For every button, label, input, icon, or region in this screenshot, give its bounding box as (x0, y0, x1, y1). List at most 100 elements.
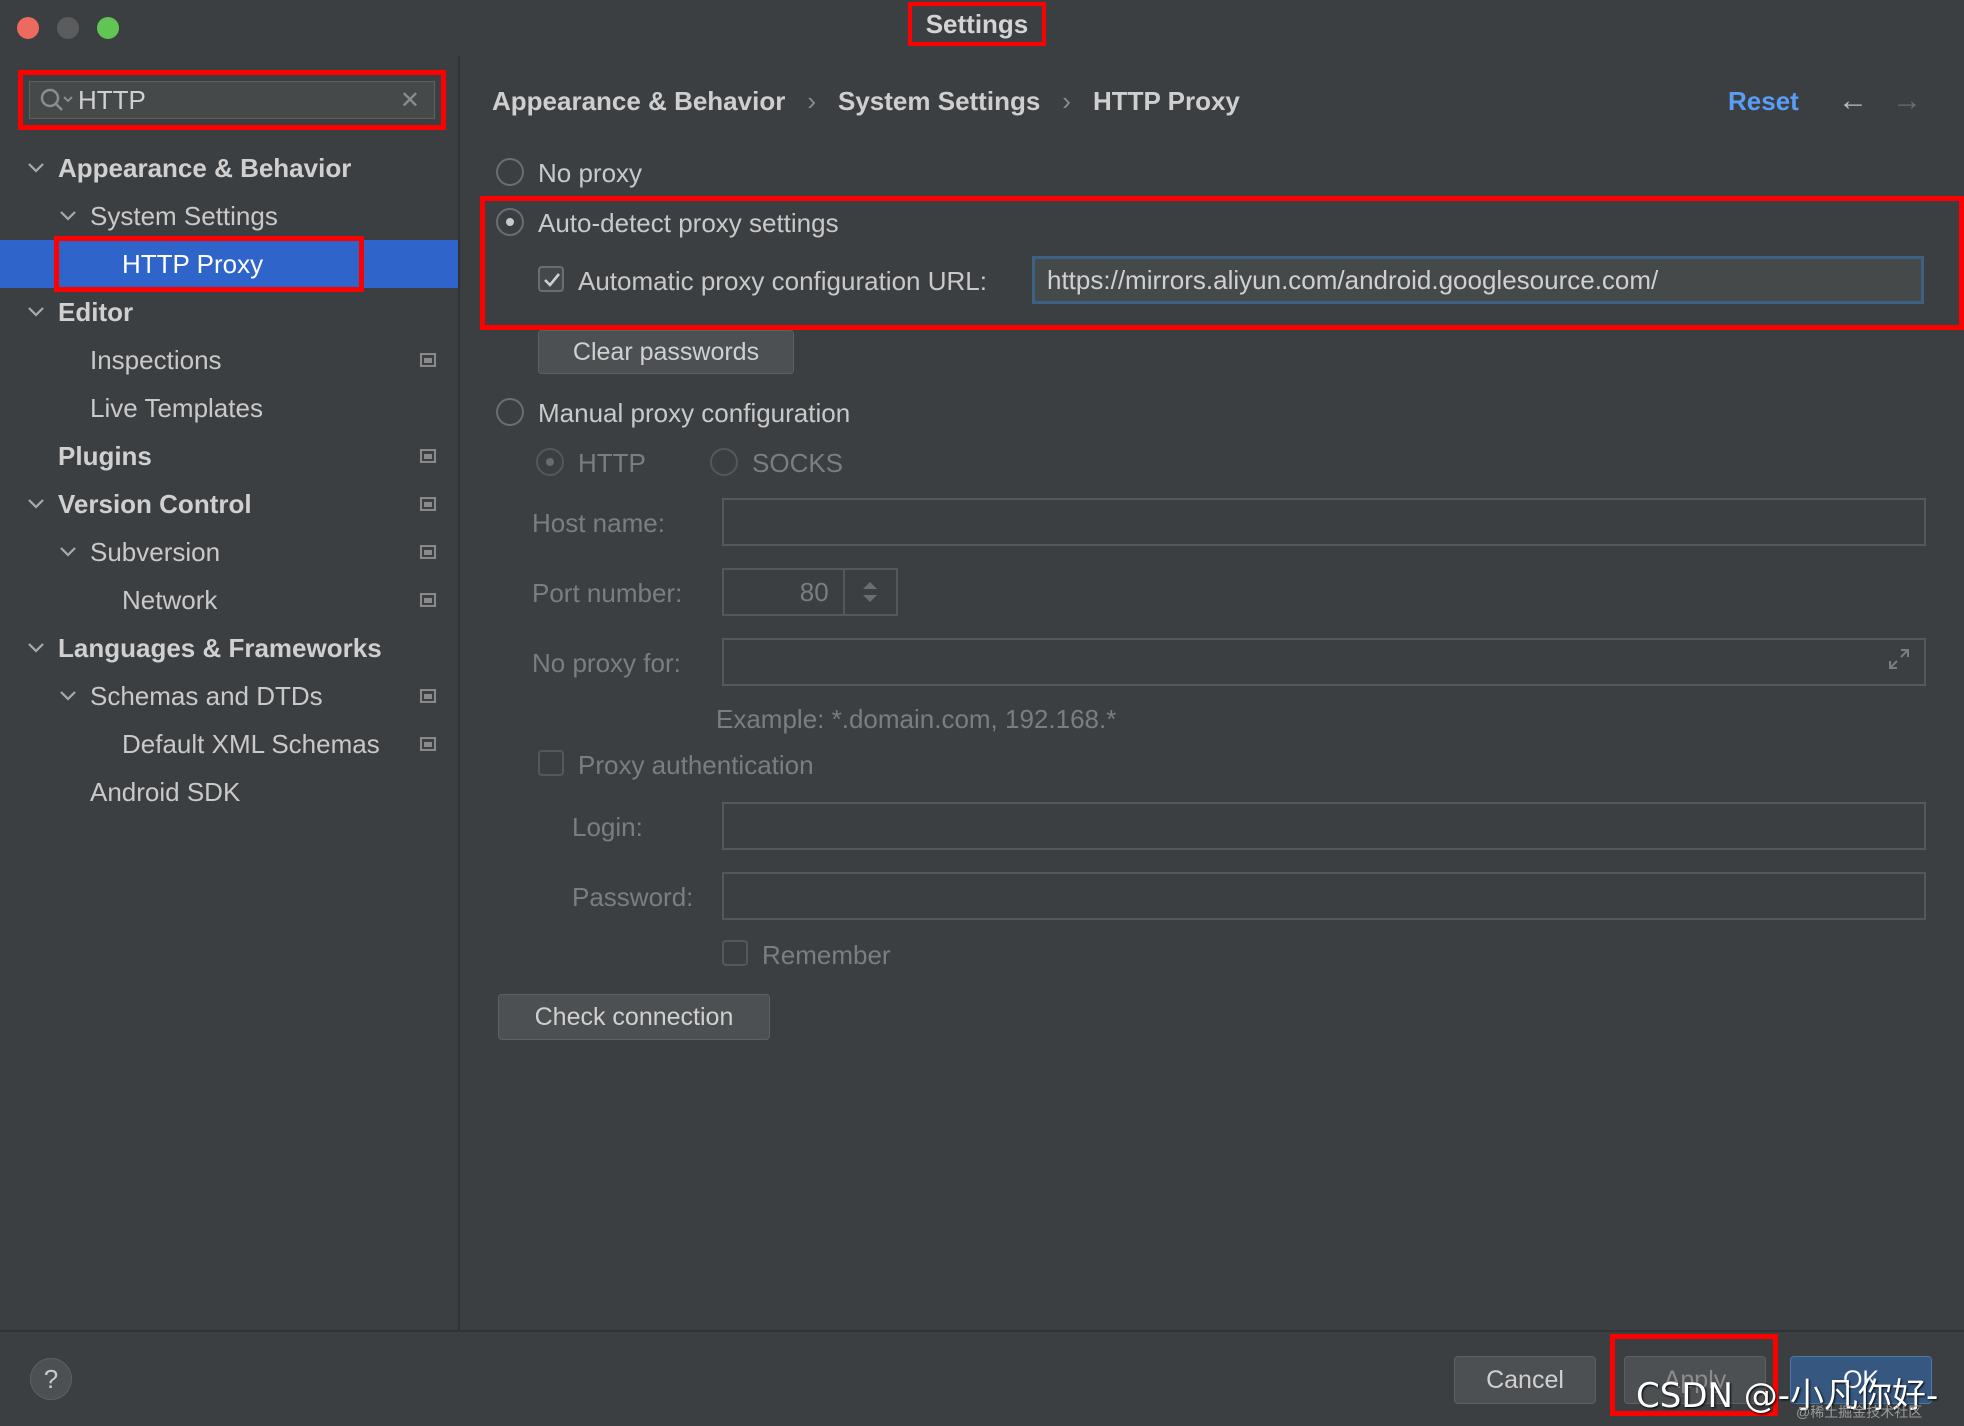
reset-link[interactable]: Reset (1728, 86, 1799, 117)
chevron-down-icon[interactable] (58, 686, 78, 706)
title-bar: Settings (0, 0, 1964, 56)
no-proxy-example: Example: *.domain.com, 192.168.* (716, 704, 1117, 734)
tree-item-http-proxy[interactable]: HTTP Proxy (0, 236, 458, 292)
tree-item-version-control[interactable]: Version Control (0, 480, 458, 528)
project-settings-icon (420, 737, 436, 751)
breadcrumb-item[interactable]: Appearance & Behavior (492, 86, 785, 117)
tree-item-android-sdk[interactable]: Android SDK (0, 768, 458, 816)
port-number-value: 80 (799, 576, 829, 607)
chevron-down-icon[interactable] (58, 542, 78, 562)
login-input[interactable] (722, 802, 1926, 850)
tree-label: Live Templates (90, 392, 263, 423)
watermark-small: @稀土掘金技术社区 (1796, 1404, 1923, 1420)
tree-label: Appearance & Behavior (58, 152, 352, 183)
tree-label: Default XML Schemas (122, 728, 380, 759)
proxy-auth-checkbox[interactable] (538, 750, 564, 776)
proxy-auth-label: Proxy authentication (578, 750, 814, 780)
chevron-down-icon[interactable] (58, 206, 78, 226)
host-name-label: Host name: (532, 508, 665, 538)
port-number-label: Port number: (532, 578, 683, 608)
expand-icon[interactable] (1886, 646, 1912, 672)
port-number-stepper[interactable]: 80 (722, 568, 898, 616)
tree-item-appearance[interactable]: Appearance & Behavior (0, 144, 458, 192)
auto-config-url-label: Automatic proxy configuration URL: (578, 266, 987, 296)
auto-detect-radio[interactable] (496, 208, 524, 236)
breadcrumb-separator: › (1062, 86, 1071, 116)
tree-label: Network (122, 584, 218, 615)
host-name-input[interactable] (722, 498, 1926, 546)
search-icon[interactable] (36, 84, 76, 116)
cancel-button[interactable]: Cancel (1454, 1356, 1596, 1404)
checkmark-icon (544, 273, 561, 287)
settings-content: Appearance & Behavior › System Settings … (460, 56, 1964, 1330)
tree-label: Schemas and DTDs (90, 680, 323, 711)
close-icon[interactable]: ✕ (400, 86, 420, 115)
project-settings-icon (420, 545, 436, 559)
search-value: HTTP (78, 84, 146, 115)
search-input[interactable]: HTTP ✕ (29, 81, 435, 119)
tree-item-default-xml-schemas[interactable]: Default XML Schemas (0, 720, 458, 768)
tree-item-languages-frameworks[interactable]: Languages & Frameworks (0, 624, 458, 672)
close-window-button[interactable] (17, 17, 39, 39)
project-settings-icon (420, 449, 436, 463)
check-connection-button[interactable]: Check connection (498, 994, 770, 1040)
socks-label: SOCKS (752, 448, 844, 478)
auto-detect-label: Auto-detect proxy settings (538, 208, 839, 238)
tree-item-inspections[interactable]: Inspections (0, 336, 458, 384)
forward-arrow-icon[interactable]: → (1892, 84, 1922, 118)
no-proxy-for-label: No proxy for: (532, 648, 681, 678)
http-radio[interactable] (536, 448, 564, 476)
window-title: Settings (908, 2, 1046, 46)
tree-label: Editor (58, 296, 134, 327)
project-settings-icon (420, 593, 436, 607)
dialog-footer: ? Cancel Apply OK CSDN @-小凡你好- @稀土掘金技术社区 (0, 1330, 1964, 1426)
chevron-down-icon[interactable] (26, 494, 46, 514)
tree-item-live-templates[interactable]: Live Templates (0, 384, 458, 432)
minimize-window-button[interactable] (57, 17, 79, 39)
no-proxy-for-input[interactable] (722, 638, 1926, 686)
tree-label: Subversion (90, 536, 221, 567)
no-proxy-radio[interactable] (496, 158, 524, 186)
tree-item-editor[interactable]: Editor (0, 288, 458, 336)
breadcrumb-separator: › (807, 86, 816, 116)
chevron-down-icon[interactable] (26, 158, 46, 178)
tree-label: Inspections (90, 344, 222, 375)
tree-item-subversion[interactable]: Subversion (0, 528, 458, 576)
tree-label: Version Control (58, 488, 252, 519)
tree-label: HTTP Proxy (122, 248, 264, 279)
clear-passwords-button[interactable]: Clear passwords (538, 330, 794, 374)
spinner-arrows-icon[interactable] (842, 570, 896, 614)
chevron-down-icon[interactable] (26, 302, 46, 322)
back-arrow-icon[interactable]: ← (1838, 84, 1868, 118)
socks-radio[interactable] (710, 448, 738, 476)
auto-config-url-checkbox[interactable] (538, 266, 564, 292)
chevron-down-icon[interactable] (26, 638, 46, 658)
zoom-window-button[interactable] (97, 17, 119, 39)
manual-proxy-radio[interactable] (496, 398, 524, 426)
help-button[interactable]: ? (30, 1358, 72, 1400)
password-input[interactable] (722, 872, 1926, 920)
tree-item-plugins[interactable]: Plugins (0, 432, 458, 480)
remember-checkbox[interactable] (722, 940, 748, 966)
breadcrumb-item-current: HTTP Proxy (1092, 86, 1240, 116)
search-highlight-box: HTTP ✕ (18, 70, 446, 130)
project-settings-icon (420, 689, 436, 703)
tree-item-schemas-dtds[interactable]: Schemas and DTDs (0, 672, 458, 720)
breadcrumb-item[interactable]: System Settings (838, 86, 1040, 117)
http-label: HTTP (578, 448, 646, 478)
project-settings-icon (420, 497, 436, 511)
project-settings-icon (420, 353, 436, 367)
tree-item-network[interactable]: Network (0, 576, 458, 624)
tree-label: System Settings (90, 200, 278, 231)
password-label: Password: (572, 882, 694, 912)
remember-label: Remember (762, 940, 891, 970)
tree-label: Android SDK (90, 776, 241, 807)
settings-sidebar: HTTP ✕ Appearance & Behavior System Sett… (0, 56, 460, 1330)
tree-item-system-settings[interactable]: System Settings (0, 192, 458, 240)
tree-label: Languages & Frameworks (58, 632, 382, 663)
tree-label: Plugins (58, 440, 152, 471)
auto-config-url-input[interactable]: https://mirrors.aliyun.com/android.googl… (1032, 256, 1924, 304)
manual-proxy-label: Manual proxy configuration (538, 398, 851, 428)
login-label: Login: (572, 812, 643, 842)
no-proxy-label: No proxy (538, 158, 643, 188)
